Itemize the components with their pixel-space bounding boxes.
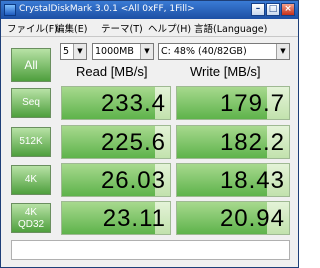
4k-qd32-read-cell: 23.11 xyxy=(61,201,171,235)
disk-icon xyxy=(4,4,16,16)
main-panel: All 5 ▼ 1000MB ▼ C: 48% (40/82GB) ▼ Read… xyxy=(1,37,298,267)
comment-field[interactable] xyxy=(11,240,290,260)
chevron-down-icon[interactable]: ▼ xyxy=(73,44,86,59)
4k-qd32-button[interactable]: 4K QD32 xyxy=(11,203,51,233)
menu-bar: ファイル(F) 編集(E) テーマ(T) ヘルプ(H) 言語(Language) xyxy=(1,19,298,37)
menu-file[interactable]: ファイル(F) xyxy=(7,21,58,35)
minimize-icon[interactable]: – xyxy=(251,3,265,16)
512k-read-value: 225.6 xyxy=(100,129,166,156)
close-icon[interactable]: × xyxy=(281,3,295,16)
seq-button[interactable]: Seq xyxy=(11,88,51,118)
4k-qd32-sublabel: QD32 xyxy=(17,219,45,230)
drive-select[interactable]: C: 48% (40/82GB) ▼ xyxy=(158,43,290,60)
chevron-down-icon[interactable]: ▼ xyxy=(140,44,153,59)
4k-qd32-label: 4K xyxy=(24,207,38,218)
menu-language[interactable]: 言語(Language) xyxy=(194,21,267,35)
maximize-icon[interactable]: □ xyxy=(266,3,280,16)
4k-write-cell: 18.43 xyxy=(176,163,290,197)
test-count-select[interactable]: 5 ▼ xyxy=(60,43,87,60)
seq-read-cell: 233.4 xyxy=(61,86,171,120)
menu-edit[interactable]: 編集(E) xyxy=(55,21,87,35)
app-window: CrystalDiskMark 3.0.1 <All 0xFF, 1Fill> … xyxy=(0,0,299,268)
seq-label: Seq xyxy=(22,97,40,108)
test-size-value: 1000MB xyxy=(95,46,134,57)
4k-qd32-write-cell: 20.94 xyxy=(176,201,290,235)
seq-read-value: 233.4 xyxy=(100,90,166,117)
4k-write-value: 18.43 xyxy=(219,167,285,194)
menu-help[interactable]: ヘルプ(H) xyxy=(148,21,191,35)
seq-write-cell: 179.7 xyxy=(176,86,290,120)
drive-value: C: 48% (40/82GB) xyxy=(161,46,247,57)
write-header: Write [MB/s] xyxy=(190,64,261,79)
test-count-value: 5 xyxy=(63,46,70,57)
menu-theme[interactable]: テーマ(T) xyxy=(101,21,143,35)
512k-button[interactable]: 512K xyxy=(11,127,51,157)
512k-write-cell: 182.2 xyxy=(176,125,290,159)
512k-write-value: 182.2 xyxy=(219,129,285,156)
all-button[interactable]: All xyxy=(11,48,51,82)
512k-read-cell: 225.6 xyxy=(61,125,171,159)
title-bar[interactable]: CrystalDiskMark 3.0.1 <All 0xFF, 1Fill> … xyxy=(1,1,298,19)
4k-label: 4K xyxy=(24,174,38,185)
4k-read-value: 26.03 xyxy=(100,167,166,194)
4k-qd32-write-value: 20.94 xyxy=(219,205,285,232)
4k-button[interactable]: 4K xyxy=(11,165,51,195)
seq-write-value: 179.7 xyxy=(219,90,285,117)
read-header: Read [MB/s] xyxy=(76,64,148,79)
chevron-down-icon[interactable]: ▼ xyxy=(276,44,289,59)
window-title: CrystalDiskMark 3.0.1 <All 0xFF, 1Fill> xyxy=(19,4,195,14)
512k-label: 512K xyxy=(19,136,43,147)
test-size-select[interactable]: 1000MB ▼ xyxy=(92,43,154,60)
4k-read-cell: 26.03 xyxy=(61,163,171,197)
4k-qd32-read-value: 23.11 xyxy=(102,205,166,232)
